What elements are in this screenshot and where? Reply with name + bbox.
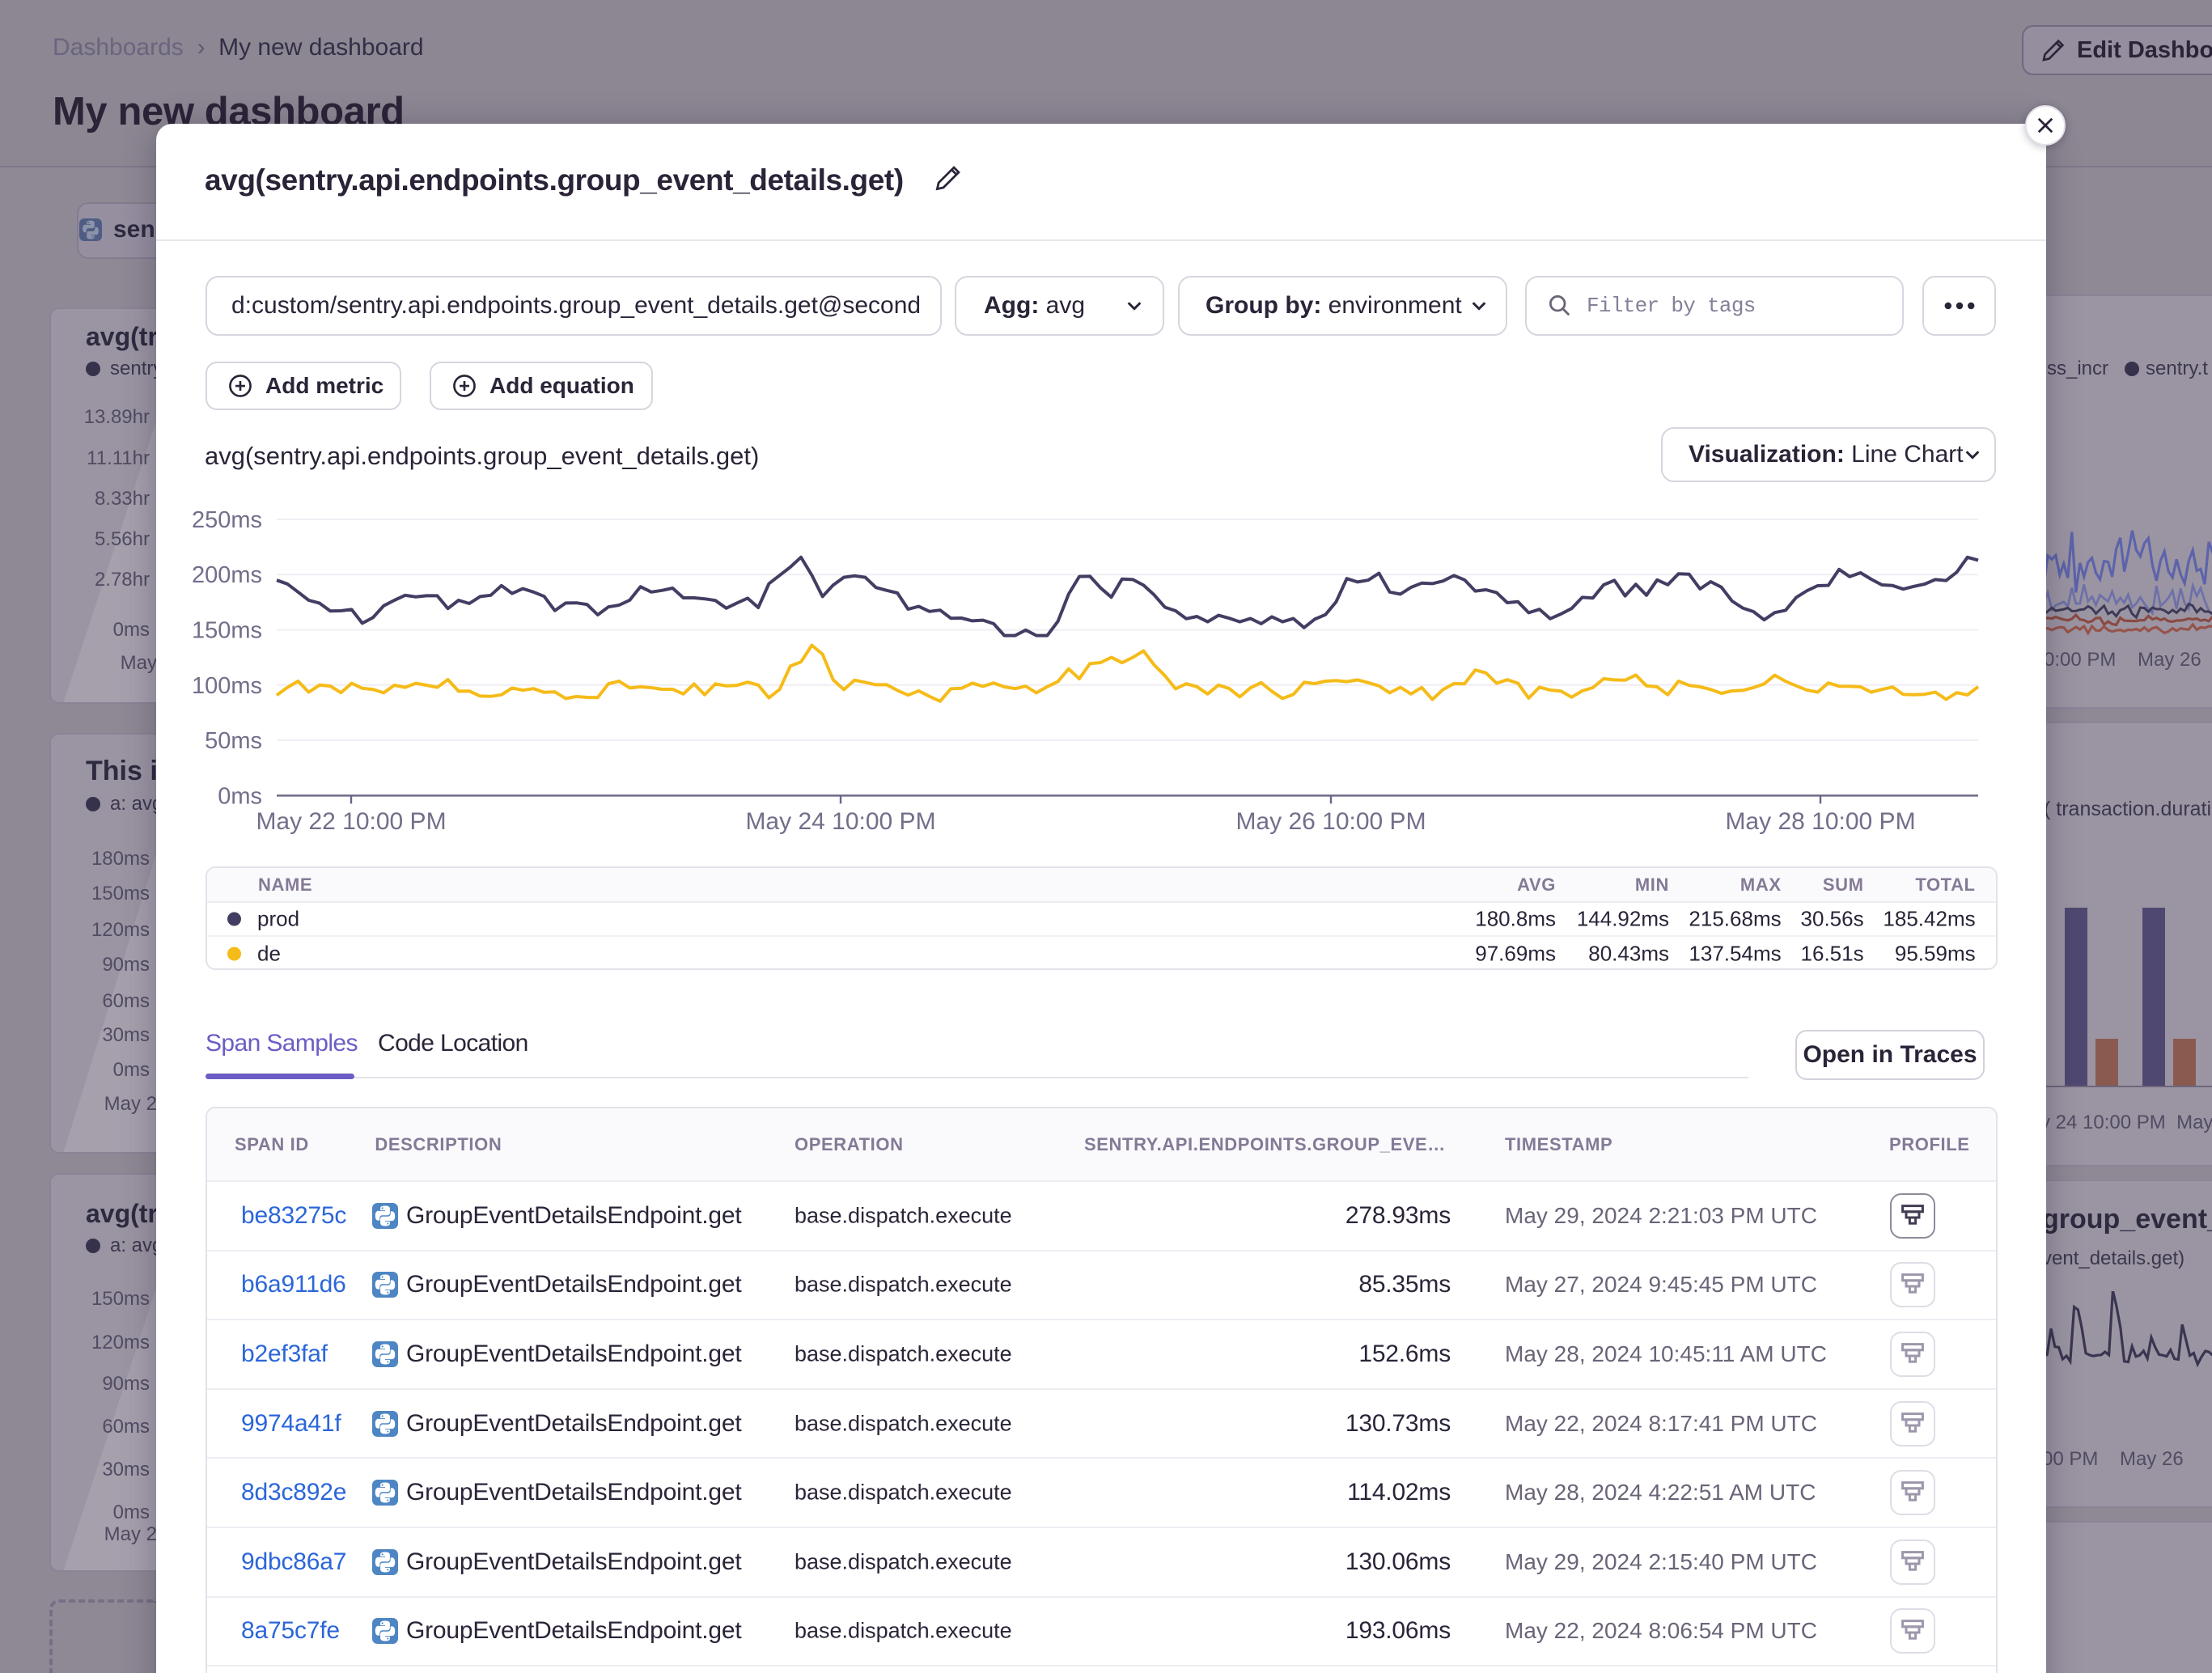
svg-text:0ms: 0ms: [218, 783, 262, 809]
svg-text:200ms: 200ms: [192, 562, 262, 588]
svg-text:May 22 10:00 PM: May 22 10:00 PM: [256, 808, 446, 835]
svg-text:100ms: 100ms: [192, 673, 262, 699]
svg-text:50ms: 50ms: [205, 728, 262, 754]
svg-text:May 24 10:00 PM: May 24 10:00 PM: [745, 808, 935, 835]
svg-text:250ms: 250ms: [192, 507, 262, 533]
svg-text:May 26 10:00 PM: May 26 10:00 PM: [1235, 808, 1426, 835]
svg-text:May 28 10:00 PM: May 28 10:00 PM: [1725, 808, 1915, 835]
svg-text:150ms: 150ms: [192, 618, 262, 644]
